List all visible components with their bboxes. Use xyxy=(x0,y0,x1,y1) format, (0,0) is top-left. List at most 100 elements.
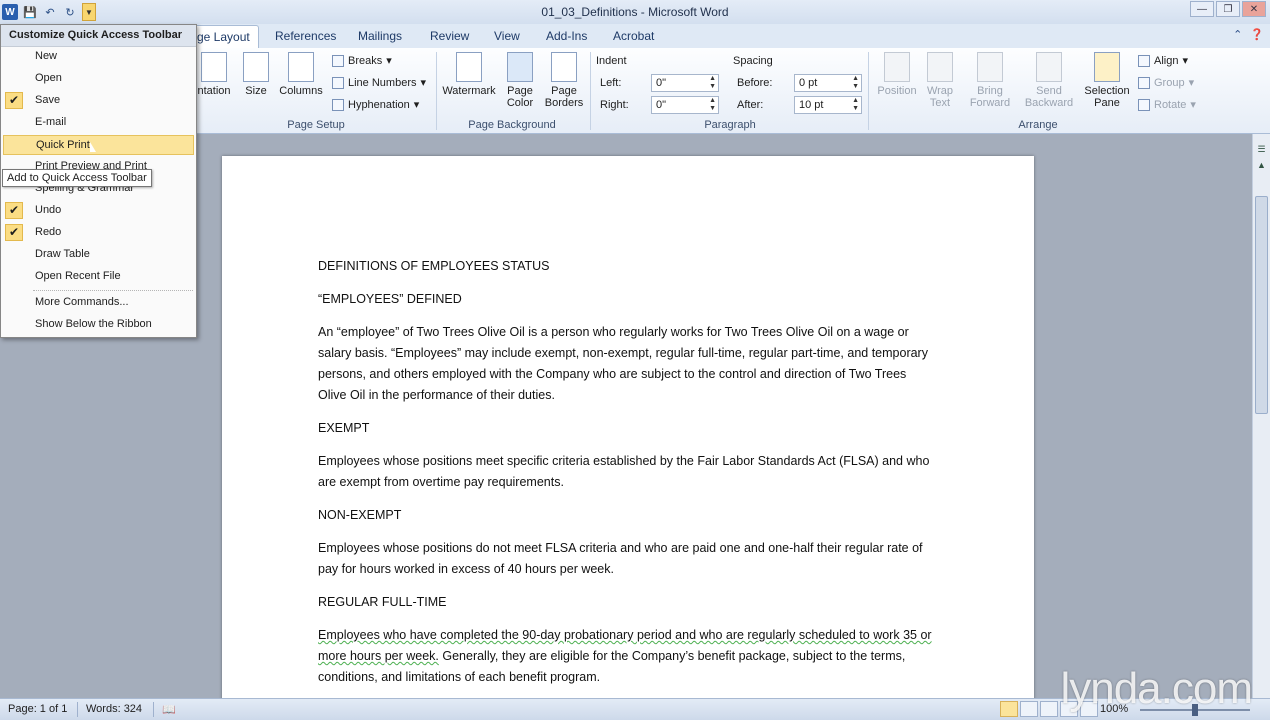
tab-page-layout[interactable]: ge Layout xyxy=(188,25,259,48)
menu-item-save[interactable]: ✔ Save xyxy=(3,91,194,111)
wrap-text-label: Wrap xyxy=(926,85,954,97)
web-layout-icon[interactable] xyxy=(1040,701,1058,717)
menu-item-show-below-ribbon[interactable]: Show Below the Ribbon xyxy=(3,315,194,335)
position-button[interactable]: Position xyxy=(874,52,920,97)
vertical-scrollbar[interactable]: ☰ ▲ xyxy=(1252,134,1270,698)
tab-references[interactable]: References xyxy=(275,29,336,43)
menu-item-label: Undo xyxy=(35,204,62,216)
watermark-button[interactable]: Watermark xyxy=(442,52,496,97)
page-color-button[interactable]: Page Color xyxy=(500,52,540,109)
menu-item-label: Redo xyxy=(35,226,62,238)
wrap-text-button[interactable]: Wrap Text xyxy=(922,52,958,109)
indent-right-value: 0" xyxy=(656,99,667,111)
tab-acrobat[interactable]: Acrobat xyxy=(613,29,654,43)
divider xyxy=(153,702,154,717)
menu-item-quick-print[interactable]: Quick Print xyxy=(3,135,194,155)
page-count[interactable]: Page: 1 of 1 xyxy=(8,703,67,715)
rotate-button[interactable]: Rotate ▾ xyxy=(1138,98,1196,111)
document-body[interactable]: DEFINITIONS OF EMPLOYEES STATUS “EMPLOYE… xyxy=(318,256,938,700)
word-count[interactable]: Words: 324 xyxy=(86,703,142,715)
bring-forward-label-2: Forward xyxy=(969,97,1011,109)
group-icon xyxy=(1138,76,1150,89)
position-label: Position xyxy=(877,85,917,97)
align-icon xyxy=(1138,54,1150,67)
spin-arrows-icon[interactable]: ▲ ▼ xyxy=(709,97,716,113)
menu-item-open[interactable]: Open xyxy=(3,69,194,89)
minimize-icon[interactable]: — xyxy=(1190,1,1214,17)
menu-item-redo[interactable]: ✔ Redo xyxy=(3,223,194,243)
selection-pane-label-2: Pane xyxy=(1094,97,1120,109)
help-icon[interactable]: ❓ xyxy=(1250,28,1264,41)
paragraph: Employees whose positions do not meet FL… xyxy=(318,541,923,576)
tab-review[interactable]: Review xyxy=(430,29,469,43)
minimize-ribbon-icon[interactable]: ⌃ xyxy=(1233,28,1242,41)
align-button[interactable]: Align ▾ xyxy=(1138,54,1188,67)
paragraph: An “employee” of Two Trees Olive Oil is … xyxy=(318,325,928,402)
page-color-label: Page xyxy=(507,85,533,97)
bring-forward-label: Bring xyxy=(977,85,1003,97)
section-heading: EXEMPT xyxy=(318,421,370,435)
divider xyxy=(436,52,437,130)
breaks-label: Breaks xyxy=(348,54,383,67)
watermark-label: Watermark xyxy=(442,85,496,97)
menu-item-label: Save xyxy=(35,94,61,106)
page-borders-button[interactable]: Page Borders xyxy=(543,52,585,109)
spin-arrows-icon[interactable]: ▲ ▼ xyxy=(852,97,859,113)
breaks-button[interactable]: Breaks ▾ xyxy=(332,54,392,67)
scroll-up-icon[interactable]: ▲ xyxy=(1255,160,1268,173)
tooltip: Add to Quick Access Toolbar xyxy=(2,169,152,187)
hyphenation-label: Hyphenation xyxy=(348,98,410,111)
tab-mailings[interactable]: Mailings xyxy=(358,29,402,43)
title-bar: W 💾 ↶ ↻ ▼ 01_03_Definitions - Microsoft … xyxy=(0,0,1270,24)
checkmark-icon: ✔ xyxy=(5,224,23,241)
size-label: Size xyxy=(245,85,267,97)
bring-forward-button[interactable]: Bring Forward xyxy=(962,52,1018,109)
hyphenation-button[interactable]: Hyphenation ▾ xyxy=(332,98,419,111)
group-button[interactable]: Group ▾ xyxy=(1138,76,1194,89)
spacing-before-field[interactable]: 0 pt ▲ ▼ xyxy=(794,74,862,92)
wrap-text-icon xyxy=(927,52,953,82)
spacing-after-label: After: xyxy=(737,99,764,111)
indent-left-field[interactable]: 0" ▲ ▼ xyxy=(651,74,719,92)
paragraph-group-label: Paragraph xyxy=(704,119,756,131)
menu-item-more-commands[interactable]: More Commands... xyxy=(3,293,194,313)
checkmark-icon: ✔ xyxy=(5,202,23,219)
line-numbers-button[interactable]: Line Numbers ▾ xyxy=(332,76,426,89)
group-label: Group xyxy=(1154,76,1185,89)
menu-item-open-recent-file[interactable]: Open Recent File xyxy=(3,267,194,287)
menu-item-draw-table[interactable]: Draw Table xyxy=(3,245,194,265)
menu-item-new[interactable]: New xyxy=(3,47,194,67)
menu-header: Customize Quick Access Toolbar xyxy=(1,25,196,47)
menu-item-undo[interactable]: ✔ Undo xyxy=(3,201,194,221)
print-layout-icon[interactable] xyxy=(1000,701,1018,717)
document-page[interactable]: DEFINITIONS OF EMPLOYEES STATUS “EMPLOYE… xyxy=(222,156,1034,716)
section-heading: “EMPLOYEES” DEFINED xyxy=(318,292,462,306)
spin-arrows-icon[interactable]: ▲ ▼ xyxy=(852,75,859,91)
spacing-after-value: 10 pt xyxy=(799,99,824,111)
spacing-after-field[interactable]: 10 pt ▲ ▼ xyxy=(794,96,862,114)
window-title: 01_03_Definitions - Microsoft Word xyxy=(541,5,729,19)
tab-add-ins[interactable]: Add-Ins xyxy=(546,29,587,43)
proofing-icon[interactable]: 📖 xyxy=(162,703,176,716)
scrollbar-thumb[interactable] xyxy=(1255,196,1268,414)
send-backward-label-2: Backward xyxy=(1024,97,1074,109)
send-backward-button[interactable]: Send Backward xyxy=(1020,52,1078,109)
indent-right-field[interactable]: 0" ▲ ▼ xyxy=(651,96,719,114)
section-heading: REGULAR FULL-TIME xyxy=(318,595,447,609)
page-borders-icon xyxy=(551,52,577,82)
menu-separator xyxy=(33,290,193,291)
menu-item-email[interactable]: E-mail xyxy=(3,113,194,133)
size-button[interactable]: Size xyxy=(240,52,272,97)
selection-pane-button[interactable]: Selection Pane xyxy=(1082,52,1132,109)
rotate-label: Rotate xyxy=(1154,98,1187,111)
tab-view[interactable]: View xyxy=(494,29,520,43)
paragraph: Employees who have completed the 90-day … xyxy=(318,625,938,688)
close-icon[interactable]: ✕ xyxy=(1242,1,1266,17)
spin-arrows-icon[interactable]: ▲ ▼ xyxy=(709,75,716,91)
full-screen-reading-icon[interactable] xyxy=(1020,701,1038,717)
orientation-button[interactable]: ntation xyxy=(194,52,234,97)
view-ruler-icon[interactable]: ☰ xyxy=(1255,144,1268,157)
paragraph: Employees whose positions meet specific … xyxy=(318,454,930,489)
restore-icon[interactable]: ❐ xyxy=(1216,1,1240,17)
columns-button[interactable]: Columns xyxy=(278,52,324,97)
